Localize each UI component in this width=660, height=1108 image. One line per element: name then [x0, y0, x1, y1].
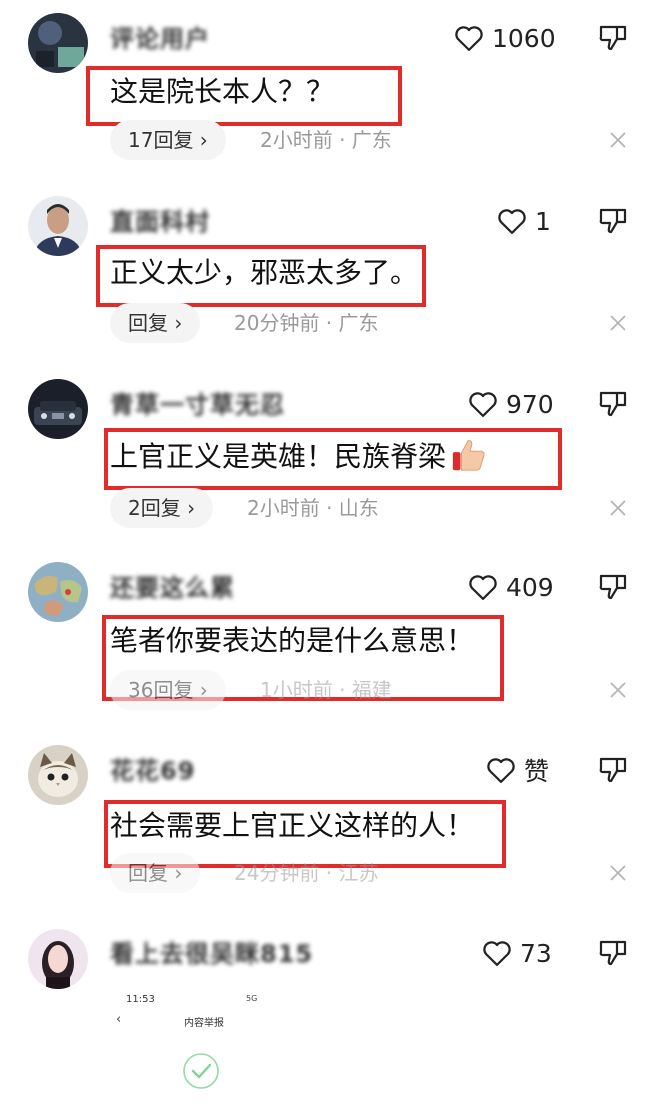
heart-outline-icon — [483, 941, 511, 966]
comment-text: 正义太少，邪恶太多了。 — [110, 256, 419, 289]
heart-outline-icon — [469, 575, 497, 600]
comment-item-1: 评论用户 1060 这是院长本人？？ 17回复 › 2小时前 · 广东 — [0, 0, 660, 183]
thumbs-down-outline-icon — [599, 391, 627, 417]
status-network: 5G — [246, 994, 258, 1003]
like-button[interactable]: 1 — [497, 201, 551, 241]
username[interactable]: 直面科村 — [110, 207, 210, 237]
avatar[interactable] — [28, 745, 88, 805]
status-time: 11:53 — [126, 994, 155, 1005]
comment-text: 这是院长本人？？ — [110, 75, 335, 108]
dislike-button[interactable] — [597, 936, 629, 968]
thumbs-down-outline-icon — [599, 208, 627, 234]
reply-button[interactable]: 17回复 › — [110, 120, 226, 160]
like-count: 409 — [506, 572, 554, 602]
heart-outline-icon — [487, 758, 515, 783]
like-count: 赞 — [524, 757, 550, 786]
avatar[interactable] — [28, 929, 88, 989]
thumbs-down-outline-icon — [599, 574, 627, 600]
username[interactable]: 评论用户 — [110, 24, 210, 54]
heart-outline-icon — [469, 392, 497, 417]
check-circle-icon[interactable] — [182, 1052, 220, 1090]
comment-item-2: 直面科村 1 正义太少，邪恶太多了。 回复 › 20分钟前 · 广东 — [0, 183, 660, 366]
avatar[interactable] — [28, 13, 88, 73]
comment-text: 笔者你要表达的是什么意思！ — [110, 624, 475, 657]
close-icon[interactable] — [606, 496, 630, 520]
heart-outline-icon — [455, 26, 483, 51]
username[interactable]: 青草一寸草无忍 — [110, 390, 285, 420]
comment-meta: 2小时前 · 山东 — [247, 496, 379, 520]
close-icon[interactable] — [606, 128, 630, 152]
thumbs-down-outline-icon — [599, 757, 627, 783]
username[interactable]: 看上去很吴眯815 — [110, 939, 313, 969]
username[interactable]: 花花69 — [110, 756, 195, 786]
dislike-button[interactable] — [597, 387, 629, 419]
comment-meta: 1小时前 · 福建 — [260, 678, 392, 702]
comment-item-3: 青草一寸草无忍 970 上官正义是英雄！民族脊梁 2回复 › 2小时前 · 山东 — [0, 366, 660, 549]
avatar[interactable] — [28, 379, 88, 439]
like-button[interactable]: 970 — [468, 384, 554, 424]
comment-meta: 24分钟前 · 江苏 — [234, 861, 379, 885]
comment-item-4: 还要这么累 409 笔者你要表达的是什么意思！ 36回复 › 1小时前 · 福建 — [0, 549, 660, 732]
like-count: 970 — [506, 389, 554, 419]
like-button[interactable]: 409 — [468, 567, 554, 607]
close-icon[interactable] — [606, 678, 630, 702]
dislike-button[interactable] — [597, 570, 629, 602]
comment-meta: 2小时前 · 广东 — [260, 128, 392, 152]
comment-meta: 20分钟前 · 广东 — [234, 311, 379, 335]
close-icon[interactable] — [606, 861, 630, 885]
embedded-report-screen: 11:53 5G ‹ 内容举报 — [100, 990, 400, 1100]
comment-text: 上官正义是英雄！民族脊梁 — [110, 436, 488, 477]
thumbs-down-outline-icon — [599, 25, 627, 51]
dislike-button[interactable] — [597, 21, 629, 53]
comment-text: 社会需要上官正义这样的人！ — [110, 809, 475, 842]
avatar[interactable] — [28, 196, 88, 256]
reply-button[interactable]: 回复 › — [110, 303, 201, 343]
like-button[interactable]: 73 — [482, 933, 552, 973]
reply-button[interactable]: 2回复 › — [110, 488, 214, 528]
like-button[interactable]: 1060 — [454, 18, 556, 58]
heart-outline-icon — [498, 209, 526, 234]
like-count: 1 — [535, 206, 551, 236]
like-button[interactable]: 赞 — [486, 750, 549, 790]
report-title: 内容举报 — [184, 1018, 224, 1029]
dislike-button[interactable] — [597, 753, 629, 785]
username[interactable]: 还要这么累 — [110, 573, 235, 603]
reply-button[interactable]: 回复 › — [110, 853, 201, 893]
close-icon[interactable] — [606, 311, 630, 335]
comment-text-body: 上官正义是英雄！民族脊梁 — [110, 440, 447, 473]
avatar[interactable] — [28, 562, 88, 622]
back-icon[interactable]: ‹ — [116, 1012, 121, 1027]
comment-item-6: 看上去很吴眯815 73 — [0, 915, 660, 995]
thumbs-down-outline-icon — [599, 940, 627, 966]
like-count: 73 — [520, 938, 552, 968]
like-count: 1060 — [492, 23, 556, 53]
comment-item-5: 花花69 赞 社会需要上官正义这样的人！ 回复 › 24分钟前 · 江苏 — [0, 732, 660, 915]
thumbs-up-emoji — [452, 440, 485, 471]
dislike-button[interactable] — [597, 204, 629, 236]
reply-button[interactable]: 36回复 › — [110, 670, 226, 710]
